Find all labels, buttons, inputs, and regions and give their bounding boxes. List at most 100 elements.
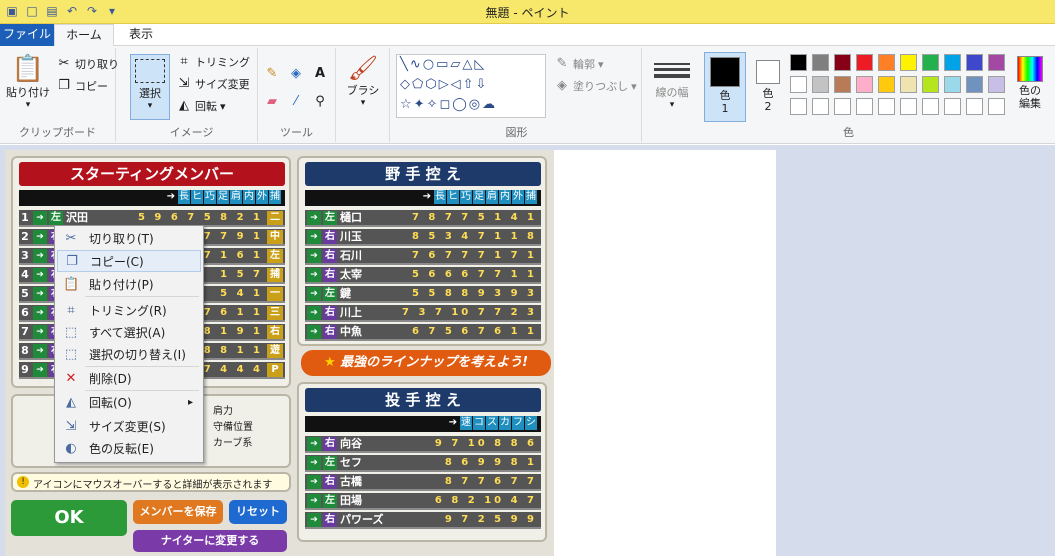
move-arrow-icon[interactable]: ➔ xyxy=(33,268,47,282)
palette-swatch[interactable] xyxy=(812,76,829,93)
text-icon[interactable]: A xyxy=(312,66,328,82)
palette-swatch[interactable] xyxy=(900,54,917,71)
eraser-icon[interactable]: ▰ xyxy=(264,94,280,110)
paste-button[interactable]: 📋 貼り付け ▾ xyxy=(6,54,50,110)
move-arrow-icon[interactable]: ➔ xyxy=(307,494,321,508)
magnifier-icon[interactable]: ⚲ xyxy=(312,94,328,110)
color2-button[interactable]: 色 2 xyxy=(750,52,786,122)
move-arrow-icon[interactable]: ➔ xyxy=(307,437,321,451)
palette-swatch-empty[interactable] xyxy=(790,98,807,115)
palette-swatch[interactable] xyxy=(922,76,939,93)
pencil-icon[interactable]: ✎ xyxy=(264,66,280,82)
context-menu-item[interactable]: ◐ 色の反転(E) xyxy=(57,438,201,460)
move-arrow-icon[interactable]: ➔ xyxy=(33,211,47,225)
palette-swatch[interactable] xyxy=(944,76,961,93)
brush-button[interactable]: 🖌 ブラシ ▾ xyxy=(342,54,384,108)
palette-swatch-empty[interactable] xyxy=(922,98,939,115)
rotate-button[interactable]: ◭ 回転 ▾ xyxy=(176,98,226,114)
copy-button[interactable]: ❐ コピー xyxy=(56,78,108,94)
palette-swatch-empty[interactable] xyxy=(966,98,983,115)
move-arrow-icon[interactable]: ➔ xyxy=(33,230,47,244)
crop-button[interactable]: ⌗ トリミング xyxy=(176,54,250,70)
context-menu-item[interactable]: ✕ 削除(D) xyxy=(57,368,201,390)
player-row[interactable]: ➔ 左セフ 8 6 9 9 8 1 xyxy=(305,455,541,472)
size-button[interactable]: 線の幅 ▾ xyxy=(650,56,694,110)
palette-swatch[interactable] xyxy=(790,76,807,93)
move-arrow-icon[interactable]: ➔ xyxy=(307,211,321,225)
palette-swatch[interactable] xyxy=(922,54,939,71)
player-row[interactable]: ➔ 右古橋 8 7 7 6 7 7 xyxy=(305,474,541,491)
color1-button[interactable]: 色 1 xyxy=(704,52,746,122)
palette-swatch-empty[interactable] xyxy=(856,98,873,115)
palette-swatch[interactable] xyxy=(856,76,873,93)
select-button[interactable]: 選択 ▾ xyxy=(130,54,170,120)
move-arrow-icon[interactable]: ➔ xyxy=(33,325,47,339)
palette-swatch-empty[interactable] xyxy=(834,98,851,115)
outline-button[interactable]: ✎ 輪郭 ▾ xyxy=(554,56,604,72)
edit-colors-button[interactable]: 色の 編集 xyxy=(1010,52,1050,110)
context-menu-item[interactable]: ⬚ 選択の切り替え(I) xyxy=(57,344,201,366)
tab-view[interactable]: 表示 xyxy=(116,24,166,46)
palette-swatch-empty[interactable] xyxy=(878,98,895,115)
palette-swatch[interactable] xyxy=(878,76,895,93)
context-menu-item[interactable]: ⇲ サイズ変更(S) xyxy=(57,416,201,438)
canvas-blank-region[interactable] xyxy=(554,150,776,556)
palette-swatch[interactable] xyxy=(856,54,873,71)
palette-swatch[interactable] xyxy=(988,54,1005,71)
palette-swatch[interactable] xyxy=(812,54,829,71)
palette-swatch-empty[interactable] xyxy=(900,98,917,115)
player-row[interactable]: ➔ 右パワーズ 9 7 2 5 9 9 xyxy=(305,512,541,529)
palette-swatch[interactable] xyxy=(966,76,983,93)
move-arrow-icon[interactable]: ➔ xyxy=(307,230,321,244)
move-arrow-icon[interactable]: ➔ xyxy=(307,268,321,282)
player-row[interactable]: ➔ 左樋口 7 8 7 7 5 1 4 1 xyxy=(305,210,541,227)
move-arrow-icon[interactable]: ➔ xyxy=(307,306,321,320)
resize-button[interactable]: ⇲ サイズ変更 xyxy=(176,76,250,92)
shapes-gallery[interactable]: ╲∿○▭▱△◺ ◇⬠⬡▷◁⇧⇩ ☆✦✧◻◯◎☁ xyxy=(396,54,546,118)
cut-button[interactable]: ✂ 切り取り xyxy=(56,56,119,72)
palette-swatch[interactable] xyxy=(834,76,851,93)
player-row[interactable]: ➔ 左田場 6 8 2 10 4 7 xyxy=(305,493,541,510)
move-arrow-icon[interactable]: ➔ xyxy=(307,456,321,470)
move-arrow-icon[interactable]: ➔ xyxy=(33,363,47,377)
fill-button[interactable]: ◈ 塗りつぶし ▾ xyxy=(554,78,637,94)
player-row[interactable]: ➔ 右川玉 8 5 3 4 7 1 1 8 xyxy=(305,229,541,246)
ok-button[interactable]: OK xyxy=(11,500,127,536)
tab-home[interactable]: ホーム xyxy=(54,24,114,47)
move-arrow-icon[interactable]: ➔ xyxy=(33,306,47,320)
player-row[interactable]: ➔ 右石川 7 6 7 7 7 1 7 1 xyxy=(305,248,541,265)
player-row[interactable]: ➔ 右中魚 6 7 5 6 7 6 1 1 xyxy=(305,324,541,341)
save-members-button[interactable]: メンバーを保存 xyxy=(133,500,223,524)
palette-swatch-empty[interactable] xyxy=(944,98,961,115)
move-arrow-icon[interactable]: ➔ xyxy=(307,287,321,301)
context-menu-item[interactable]: ⌗ トリミング(R) xyxy=(57,300,201,322)
palette-swatch[interactable] xyxy=(966,54,983,71)
context-menu-item[interactable]: ⬚ すべて選択(A) xyxy=(57,322,201,344)
palette-swatch[interactable] xyxy=(834,54,851,71)
context-menu-item[interactable]: ✂ 切り取り(T) xyxy=(57,228,201,250)
color-picker-icon[interactable]: ⁄ xyxy=(288,94,304,110)
player-row[interactable]: ➔ 右太宰 5 6 6 6 7 7 1 1 xyxy=(305,267,541,284)
palette-swatch[interactable] xyxy=(790,54,807,71)
palette-swatch-empty[interactable] xyxy=(812,98,829,115)
palette-swatch-empty[interactable] xyxy=(988,98,1005,115)
palette-swatch[interactable] xyxy=(900,76,917,93)
move-arrow-icon[interactable]: ➔ xyxy=(307,513,321,527)
tab-file[interactable]: ファイル xyxy=(0,24,54,46)
context-menu-item[interactable]: ❐ コピー(C) xyxy=(57,250,201,272)
player-row[interactable]: ➔ 右川上 7 3 7 10 7 7 2 3 xyxy=(305,305,541,322)
move-arrow-icon[interactable]: ➔ xyxy=(307,475,321,489)
palette-swatch[interactable] xyxy=(878,54,895,71)
move-arrow-icon[interactable]: ➔ xyxy=(307,325,321,339)
palette-swatch[interactable] xyxy=(944,54,961,71)
reset-button[interactable]: リセット xyxy=(229,500,287,524)
move-arrow-icon[interactable]: ➔ xyxy=(307,249,321,263)
palette-swatch[interactable] xyxy=(988,76,1005,93)
player-row[interactable]: ➔ 右向谷 9 7 10 8 8 6 xyxy=(305,436,541,453)
context-menu-item[interactable]: ◭ 回転(O) ▸ xyxy=(57,392,201,414)
move-arrow-icon[interactable]: ➔ xyxy=(33,287,47,301)
night-button[interactable]: ナイターに変更する xyxy=(133,530,287,552)
move-arrow-icon[interactable]: ➔ xyxy=(33,249,47,263)
move-arrow-icon[interactable]: ➔ xyxy=(33,344,47,358)
fill-bucket-icon[interactable]: ◈ xyxy=(288,66,304,82)
